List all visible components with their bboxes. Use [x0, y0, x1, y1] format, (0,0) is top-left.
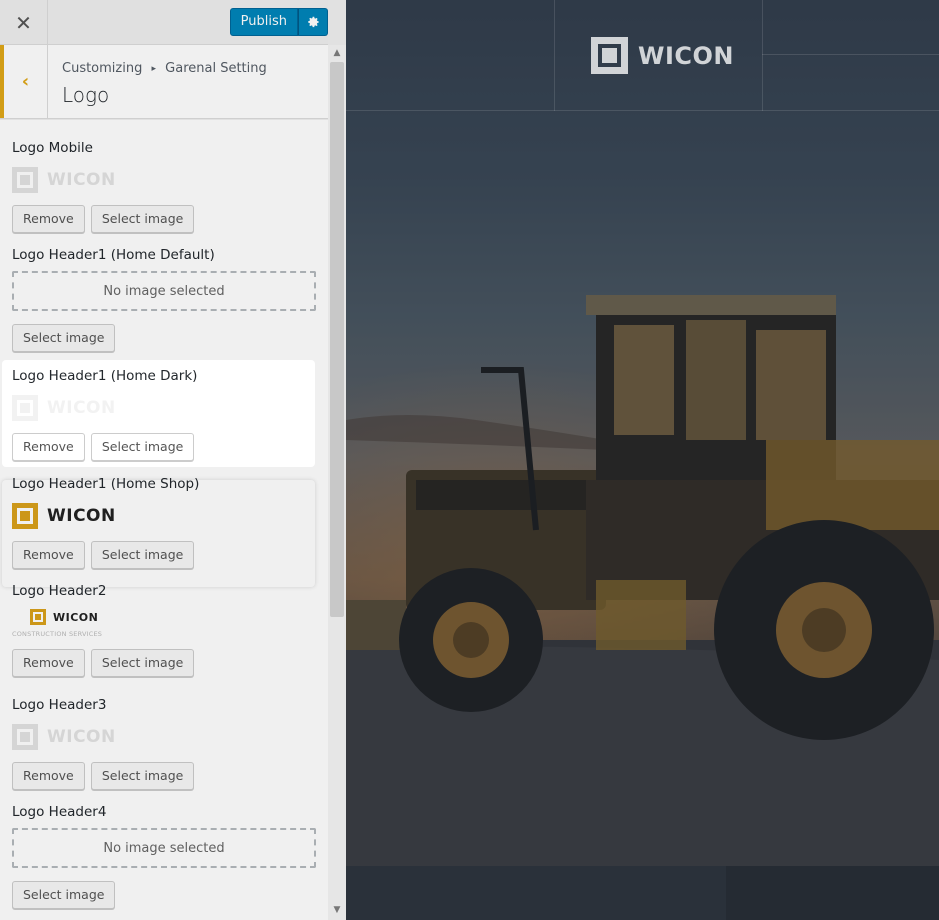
control-logo-header1-shop: Logo Header1 (Home Shop) WICON Remove Se…: [12, 476, 316, 569]
logo-mark-icon: [12, 503, 38, 529]
back-button[interactable]: ‹: [0, 45, 48, 118]
breadcrumb-root: Customizing: [62, 61, 143, 76]
scroll-up-icon[interactable]: ▲: [328, 45, 346, 61]
remove-button[interactable]: Remove: [12, 649, 85, 677]
remove-button[interactable]: Remove: [12, 433, 85, 461]
scroll-down-icon[interactable]: ▼: [328, 902, 346, 918]
select-image-button[interactable]: Select image: [90, 205, 195, 233]
publish-group: Publish: [229, 8, 328, 36]
control-label: Logo Header4: [12, 804, 107, 820]
select-image-button[interactable]: Select image: [12, 324, 116, 352]
logo-wordmark: WICON: [638, 41, 735, 70]
close-customizer-button[interactable]: ✕: [0, 0, 48, 45]
control-logo-header1-default: Logo Header1 (Home Default) No image sel…: [12, 247, 316, 352]
breadcrumb-separator-icon: ▸: [151, 64, 157, 74]
control-label: Logo Header1 (Home Shop): [12, 476, 200, 492]
control-logo-header3: Logo Header3 WICON Remove Select image: [12, 697, 316, 790]
logo-wordmark: WICON: [47, 398, 116, 418]
preview-bottom-bar: [346, 866, 939, 920]
no-image-placeholder: No image selected: [12, 828, 316, 868]
control-label: Logo Header1 (Home Dark): [12, 368, 198, 384]
select-image-button[interactable]: Select image: [90, 649, 195, 677]
select-image-button[interactable]: Select image: [90, 762, 195, 790]
customizer-topbar: ✕ Publish: [0, 0, 328, 45]
section-header: ‹ Customizing ▸ Garenal Setting Logo: [0, 45, 328, 119]
logo-thumbnail: WICON: [12, 167, 316, 193]
logo-mark-icon: [12, 167, 38, 193]
logo-tagline: CONSTRUCTION SERVICES: [12, 630, 103, 638]
select-image-button[interactable]: Select image: [90, 541, 195, 569]
select-image-button[interactable]: Select image: [12, 881, 116, 909]
logo-thumbnail: WICON: [30, 609, 316, 625]
control-logo-header4: Logo Header4 No image selected Select im…: [12, 804, 316, 909]
logo-mark-icon: [12, 395, 38, 421]
logo-mark-icon: [12, 724, 38, 750]
control-label: Logo Mobile: [12, 140, 93, 156]
logo-mark-icon: [30, 609, 46, 625]
logo-wordmark: WICON: [53, 610, 99, 624]
remove-button[interactable]: Remove: [12, 541, 85, 569]
control-logo-mobile: Logo Mobile WICON Remove Select image: [12, 140, 316, 233]
customizer-panel: ✕ Publish ‹ Customizing ▸ Garenal Settin…: [0, 0, 346, 920]
select-image-button[interactable]: Select image: [90, 433, 195, 461]
control-logo-header2: Logo Header2 WICON CONSTRUCTION SERVICES…: [12, 583, 316, 677]
loader-photo: [346, 0, 939, 920]
publish-settings-button[interactable]: [298, 8, 328, 36]
control-label: Logo Header3: [12, 697, 107, 713]
site-preview: WICON: [346, 0, 939, 920]
controls-list: Logo Mobile WICON Remove Select image Lo…: [0, 120, 328, 920]
logo-wordmark: WICON: [47, 506, 116, 526]
logo-thumbnail: WICON: [12, 724, 316, 750]
close-icon: ✕: [15, 10, 32, 35]
publish-button[interactable]: Publish: [229, 8, 298, 36]
remove-button[interactable]: Remove: [12, 762, 85, 790]
control-logo-header1-dark: Logo Header1 (Home Dark) WICON Remove Se…: [12, 368, 316, 461]
remove-button[interactable]: Remove: [12, 205, 85, 233]
preview-logo[interactable]: WICON: [591, 37, 734, 74]
scroll-thumb[interactable]: [330, 62, 344, 617]
logo-wordmark: WICON: [47, 170, 116, 190]
logo-thumbnail: WICON: [12, 503, 316, 529]
logo-mark-icon: [591, 37, 628, 74]
no-image-placeholder: No image selected: [12, 271, 316, 311]
logo-thumbnail: WICON: [12, 395, 316, 421]
breadcrumb-section: Garenal Setting: [165, 61, 267, 76]
section-title: Logo: [62, 83, 110, 107]
panel-scrollbar[interactable]: ▲ ▼: [328, 45, 346, 920]
gear-icon: [308, 16, 319, 28]
breadcrumb: Customizing ▸ Garenal Setting: [62, 61, 267, 76]
logo-wordmark: WICON: [47, 727, 116, 747]
chevron-left-icon: ‹: [21, 71, 30, 92]
control-label: Logo Header2: [12, 583, 107, 599]
control-label: Logo Header1 (Home Default): [12, 247, 215, 263]
